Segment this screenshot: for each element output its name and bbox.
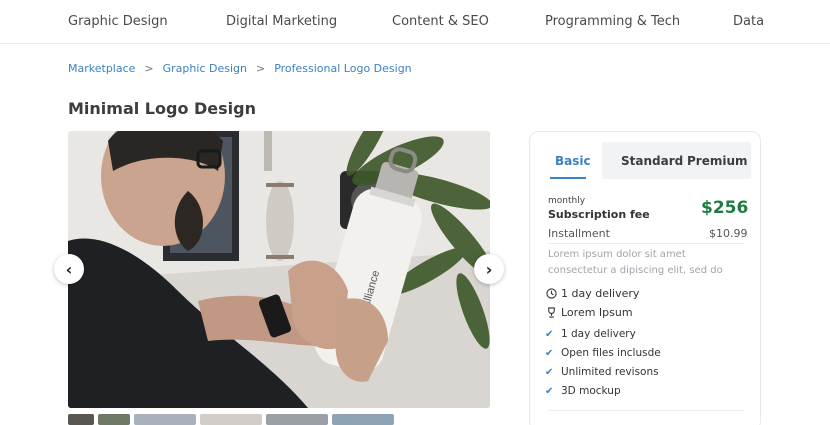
gallery-main-image: Alliance xyxy=(68,131,490,408)
breadcrumb-marketplace[interactable]: Marketplace xyxy=(68,62,135,75)
installment-label: Installment xyxy=(548,227,610,240)
thumbnail-6[interactable] xyxy=(332,414,394,425)
product-photo-illustration: Alliance xyxy=(68,131,490,408)
chevron-left-icon: ‹ xyxy=(65,259,73,279)
feature-item: ✔ 1 day delivery xyxy=(545,328,636,340)
tab-basic[interactable]: Basic xyxy=(555,154,591,168)
check-icon: ✔ xyxy=(545,385,554,397)
thumbnail-3[interactable] xyxy=(134,414,196,425)
active-tab-indicator xyxy=(550,177,586,179)
clock-icon xyxy=(545,288,557,300)
nav-item-content-seo[interactable]: Content & SEO xyxy=(392,14,489,29)
feature-item: ✔ Unlimited revisons xyxy=(545,366,659,378)
thumbnail-1[interactable] xyxy=(68,414,94,425)
gallery-next-button[interactable]: › xyxy=(474,254,504,284)
plan-price: $256 xyxy=(701,198,749,218)
divider xyxy=(548,410,744,411)
top-navigation: Graphic Design Digital Marketing Content… xyxy=(0,0,830,44)
breadcrumb-separator: > xyxy=(255,62,266,75)
trophy-icon xyxy=(545,307,557,319)
pricing-tabs: Basic Standard Premium xyxy=(540,142,751,179)
breadcrumb-separator: > xyxy=(144,62,154,75)
feature-label: Open files inclusde xyxy=(561,347,661,359)
page-title: Minimal Logo Design xyxy=(68,99,256,118)
trophy-meta-label: Lorem Ipsum xyxy=(561,306,633,319)
check-icon: ✔ xyxy=(545,328,554,340)
nav-item-graphic-design[interactable]: Graphic Design xyxy=(68,14,168,29)
pricing-panel: Basic Standard Premium monthly Subscript… xyxy=(529,131,761,425)
subscription-fee-label: Subscription fee xyxy=(548,208,650,221)
feature-label: 3D mockup xyxy=(561,385,621,397)
nav-item-data[interactable]: Data xyxy=(733,14,764,29)
check-icon: ✔ xyxy=(545,347,554,359)
feature-item: ✔ Open files inclusde xyxy=(545,347,661,359)
breadcrumb-graphic-design[interactable]: Graphic Design xyxy=(163,62,247,75)
delivery-meta: 1 day delivery xyxy=(545,287,639,300)
chevron-right-icon: › xyxy=(485,259,493,279)
breadcrumb-professional-logo-design[interactable]: Professional Logo Design xyxy=(274,62,411,75)
check-icon: ✔ xyxy=(545,366,554,378)
delivery-meta-label: 1 day delivery xyxy=(561,287,640,300)
trophy-meta: Lorem Ipsum xyxy=(545,306,633,319)
divider xyxy=(548,243,744,244)
tab-standard[interactable]: Standard xyxy=(621,154,683,168)
feature-label: 1 day delivery xyxy=(561,328,636,340)
feature-label: Unlimited revisons xyxy=(561,366,659,378)
thumbnail-4[interactable] xyxy=(200,414,262,425)
tab-premium[interactable]: Premium xyxy=(687,154,748,168)
plan-description: Lorem ipsum dolor sit amet consectetur a… xyxy=(548,249,723,276)
feature-item: ✔ 3D mockup xyxy=(545,385,621,397)
installment-value: $10.99 xyxy=(709,227,748,240)
plan-period: monthly xyxy=(548,196,586,206)
nav-item-digital-marketing[interactable]: Digital Marketing xyxy=(226,14,337,29)
thumbnail-2[interactable] xyxy=(98,414,130,425)
gallery-prev-button[interactable]: ‹ xyxy=(54,254,84,284)
thumbnail-5[interactable] xyxy=(266,414,328,425)
nav-item-programming-tech[interactable]: Programming & Tech xyxy=(545,14,680,29)
breadcrumb: Marketplace > Graphic Design > Professional … xyxy=(68,62,412,75)
